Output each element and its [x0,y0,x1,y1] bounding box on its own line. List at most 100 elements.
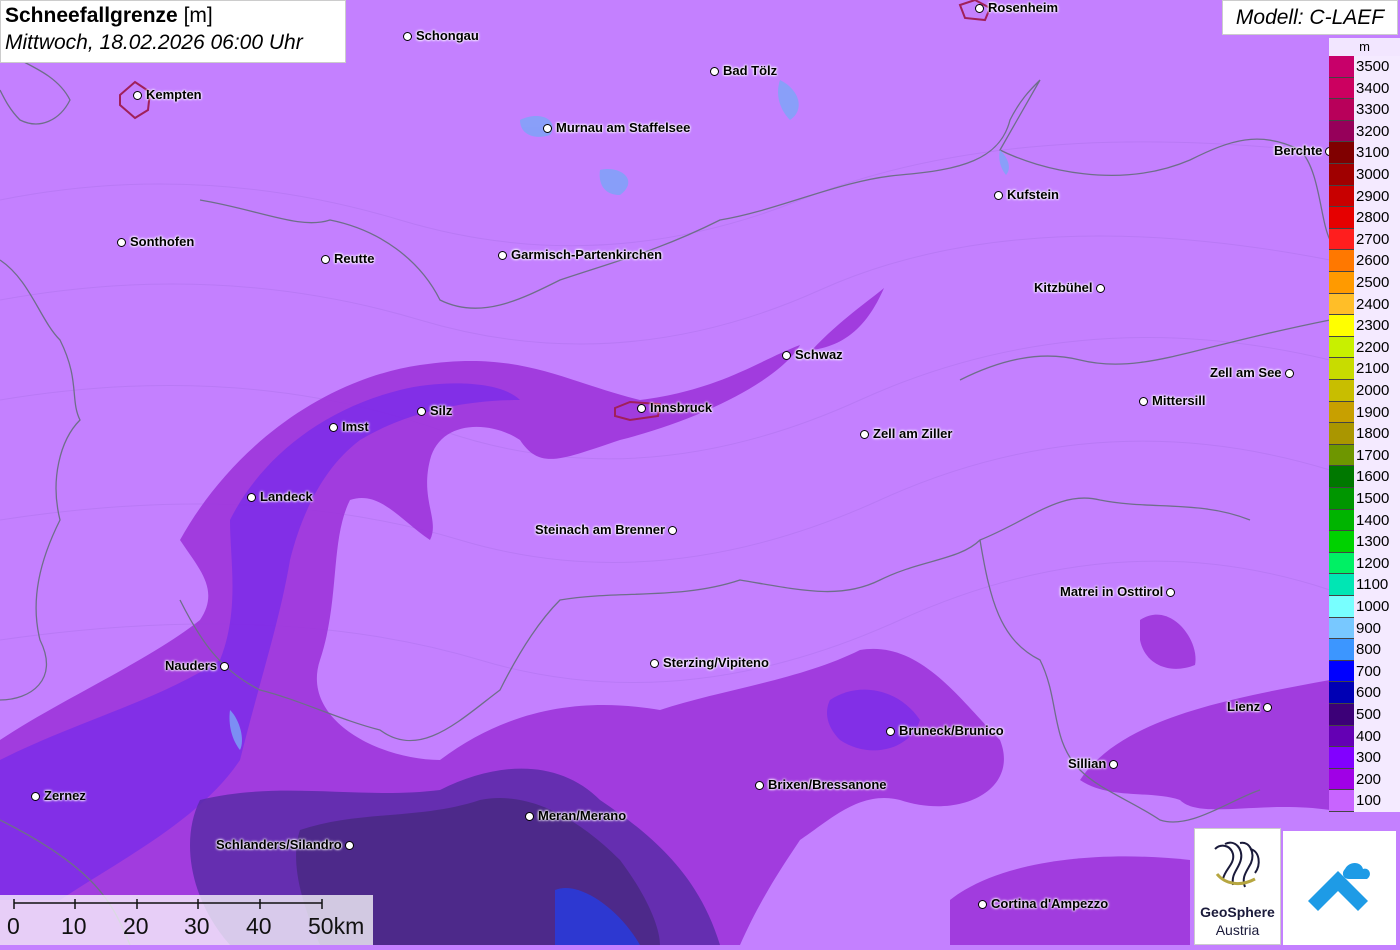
legend-label: 2500 [1354,272,1400,294]
legend-swatch [1329,682,1354,704]
legend-label: 800 [1354,639,1400,661]
legend-label: 1200 [1354,552,1400,575]
legend-swatch [1329,423,1354,445]
legend-label: 1500 [1354,488,1400,510]
legend-entry: 2600 [1329,250,1400,272]
city-marker [994,191,1003,200]
city-marker [525,812,534,821]
legend-entry: 1200 [1329,552,1400,575]
city-label: Silz [430,403,453,418]
legend-entry: 2200 [1329,336,1400,359]
legend-label: 300 [1354,747,1400,769]
city-marker [755,781,764,790]
legend-label: 2700 [1354,228,1400,251]
legend-entry: 500 [1329,704,1400,726]
legend-label: 3200 [1354,120,1400,143]
city-label: Landeck [260,489,313,504]
city-label: Schwaz [795,347,843,362]
legend-entry: 1500 [1329,488,1400,510]
city-label: Kempten [146,87,202,102]
city-marker [1166,588,1175,597]
legend-label: 200 [1354,768,1400,791]
legend-unit: m [1329,38,1400,56]
city-marker [133,91,142,100]
legend-entry: 600 [1329,682,1400,704]
legend-label: 2800 [1354,207,1400,229]
city-label: Brixen/Bressanone [768,777,887,792]
legend-label: 100 [1354,790,1400,812]
legend-entry: 700 [1329,660,1400,683]
legend-swatch [1329,531,1354,553]
legend-entry: 3400 [1329,77,1400,100]
legend-label: 3500 [1354,56,1400,78]
legend-label: 1300 [1354,531,1400,553]
legend-label: 1400 [1354,509,1400,532]
city-label: Matrei in Osttirol [1060,584,1164,599]
city-marker [1263,703,1272,712]
city-label: Nauders [165,658,218,673]
legend-swatch [1329,272,1354,294]
city-marker [1109,760,1118,769]
city-marker [403,32,412,41]
city-label: Zernez [44,788,86,803]
legend-label: 1700 [1354,444,1400,467]
legend-label: 500 [1354,704,1400,726]
legend-swatch [1329,228,1354,251]
legend-entry: 2700 [1329,228,1400,251]
scale-label: 0 [7,913,20,939]
legend-swatch [1329,725,1354,748]
legend-entry: 300 [1329,747,1400,769]
legend-swatch [1329,444,1354,467]
legend-entry: 1900 [1329,401,1400,424]
legend-swatch [1329,466,1354,488]
legend-swatch [1329,56,1354,78]
city-marker [1096,284,1105,293]
legend-swatch [1329,77,1354,100]
city-marker [886,727,895,736]
legend-swatch [1329,380,1354,402]
legend-label: 1100 [1354,574,1400,596]
legend-entry: 3300 [1329,99,1400,121]
legend-swatch [1329,747,1354,769]
city-marker [637,404,646,413]
scale-label: 40 [246,913,272,939]
scale-label: 50km [308,913,365,939]
city-label: Sterzing/Vipiteno [663,655,769,670]
city-marker [321,255,330,264]
city-marker [650,659,659,668]
legend-swatch [1329,574,1354,596]
city-marker [1139,397,1148,406]
geosphere-country: Austria [1215,922,1260,938]
legend-entry: 1400 [1329,509,1400,532]
legend-label: 2100 [1354,358,1400,380]
snowline-map[interactable] [0,0,1400,945]
legend-entry: 100 [1329,790,1400,812]
city-marker [860,430,869,439]
legend-swatch [1329,790,1354,812]
city-marker [329,423,338,432]
legend-label: 1900 [1354,401,1400,424]
legend-label: 600 [1354,682,1400,704]
legend-entry: 800 [1329,639,1400,661]
scale-label: 30 [184,913,210,939]
city-label: Murnau am Staffelsee [556,120,691,135]
geosphere-emblem-icon [1214,841,1260,888]
legend-swatch [1329,401,1354,424]
city-label: Rosenheim [988,0,1059,15]
legend-swatch [1329,639,1354,661]
legend-label: 400 [1354,725,1400,748]
city-label: Steinach am Brenner [535,522,666,537]
legend-entry: 1700 [1329,444,1400,467]
city-label: Berchte [1274,143,1323,158]
city-label: Kitzbühel [1034,280,1093,295]
city-label: Meran/Merano [538,808,627,823]
legend-label: 2300 [1354,315,1400,337]
legend-entry: 1600 [1329,466,1400,488]
geosphere-logo: GeoSphere Austria [1194,828,1281,945]
city-label: Sillian [1068,756,1107,771]
legend-swatch [1329,596,1354,618]
city-marker [710,67,719,76]
legend-label: 700 [1354,660,1400,683]
legend-entry: 2400 [1329,293,1400,316]
legend-entry: 3000 [1329,164,1400,186]
